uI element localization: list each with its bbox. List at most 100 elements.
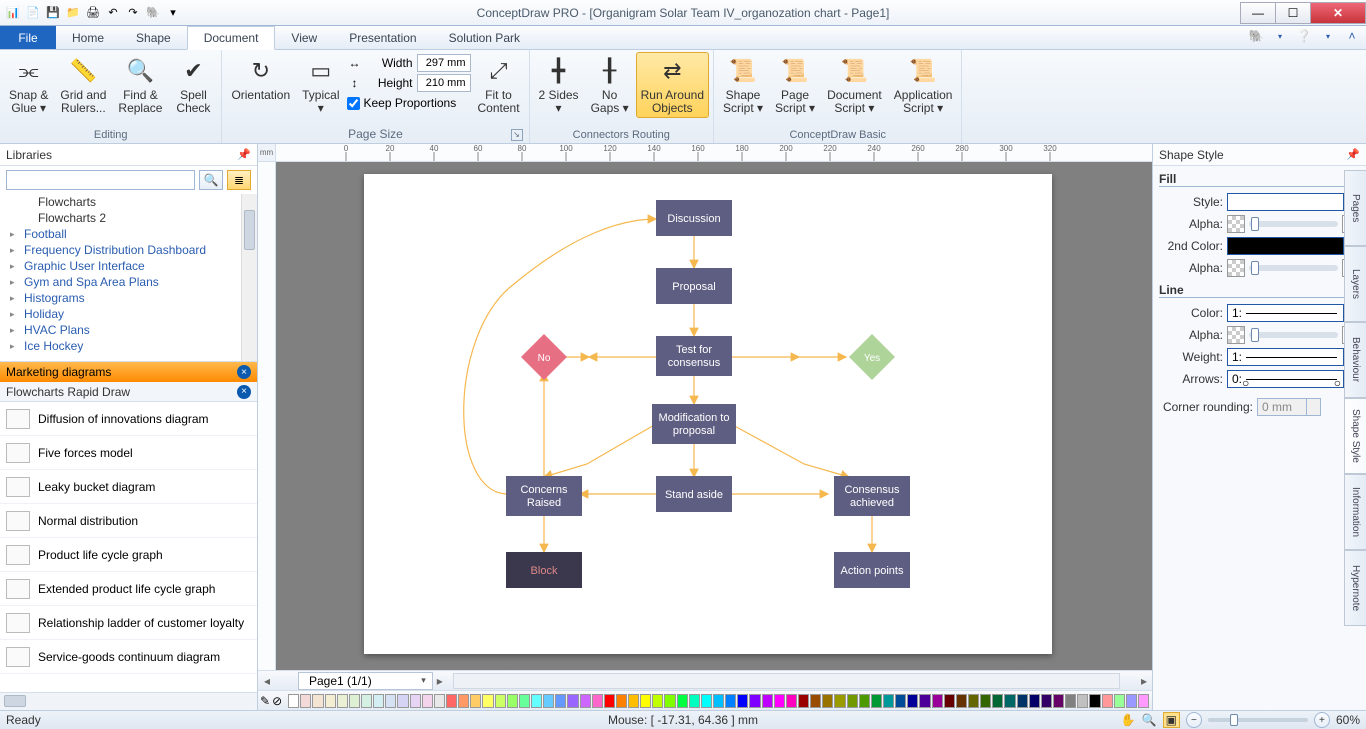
color-swatch[interactable] <box>847 694 858 708</box>
color-swatch[interactable] <box>762 694 773 708</box>
page-tab[interactable]: Page1 (1/1) <box>298 672 433 690</box>
node-concerns[interactable]: ConcernsRaised <box>506 476 582 516</box>
canvas-h-scroll[interactable] <box>453 673 1120 689</box>
sidetab-hypernote[interactable]: Hypernote <box>1344 550 1366 626</box>
canvas-page[interactable]: No Yes Discussion Proposal Test forconse… <box>364 174 1052 654</box>
tab-view[interactable]: View <box>275 26 333 49</box>
two-sides-button[interactable]: ╋2 Sides ▾ <box>534 52 584 118</box>
color-swatch[interactable] <box>664 694 675 708</box>
sidetab-pages[interactable]: Pages <box>1344 170 1366 246</box>
color-swatch[interactable] <box>349 694 360 708</box>
shape-item[interactable]: Diffusion of innovations diagram <box>0 402 257 436</box>
libraries-horizontal-scroll[interactable] <box>0 692 257 710</box>
pin-icon[interactable]: 📌 <box>1346 148 1360 161</box>
color-swatch[interactable] <box>713 694 724 708</box>
help-drop-icon[interactable]: ▾ <box>1320 28 1336 44</box>
color-swatch[interactable] <box>361 694 372 708</box>
page-script-button[interactable]: 📜Page Script ▾ <box>770 52 820 118</box>
qat-evernote-icon[interactable]: 🐘 <box>144 4 162 22</box>
search-button[interactable]: 🔍 <box>199 170 223 190</box>
qat-save-icon[interactable]: 💾 <box>44 4 62 22</box>
tree-item[interactable]: Histograms <box>10 290 257 306</box>
color-swatch[interactable] <box>725 694 736 708</box>
color-swatch[interactable] <box>628 694 639 708</box>
color-swatch[interactable] <box>932 694 943 708</box>
color-swatch[interactable] <box>1065 694 1076 708</box>
second-color-dropdown[interactable]: ▼ <box>1227 237 1360 255</box>
pin-icon[interactable]: 📌 <box>237 148 251 161</box>
color-swatch[interactable] <box>482 694 493 708</box>
color-swatch[interactable] <box>300 694 311 708</box>
tab-document[interactable]: Document <box>187 26 276 50</box>
corner-rounding-field[interactable]: 0 mm <box>1257 398 1321 416</box>
application-script-button[interactable]: 📜Application Script ▾ <box>889 52 958 118</box>
sidetab-information[interactable]: Information <box>1344 474 1366 550</box>
maximize-button[interactable]: ☐ <box>1275 2 1311 24</box>
color-swatch[interactable] <box>288 694 299 708</box>
evernote-drop-icon[interactable]: ▾ <box>1272 28 1288 44</box>
color-swatch[interactable] <box>567 694 578 708</box>
node-yes[interactable]: Yes <box>849 334 895 380</box>
close-button[interactable]: ✕ <box>1310 2 1366 24</box>
tab-nav-left-icon[interactable]: ◂ <box>258 674 276 688</box>
close-section-icon[interactable]: × <box>237 365 251 379</box>
width-input[interactable] <box>417 54 471 72</box>
sidetab-shape-style[interactable]: Shape Style <box>1344 398 1366 474</box>
qat-new-icon[interactable]: 📄 <box>24 4 42 22</box>
tree-item[interactable]: Flowcharts 2 <box>10 210 257 226</box>
color-swatch[interactable] <box>397 694 408 708</box>
color-swatch[interactable] <box>944 694 955 708</box>
shape-item[interactable]: Five forces model <box>0 436 257 470</box>
height-input[interactable] <box>417 74 471 92</box>
color-swatch[interactable] <box>531 694 542 708</box>
collapse-ribbon-icon[interactable]: ˄ <box>1344 28 1360 44</box>
color-swatch[interactable] <box>410 694 421 708</box>
dialog-launcher-icon[interactable]: ↘ <box>511 129 523 141</box>
library-section-marketing[interactable]: Marketing diagrams× <box>0 362 257 382</box>
tree-item[interactable]: Ice Hockey <box>10 338 257 354</box>
color-swatch[interactable] <box>992 694 1003 708</box>
library-section-flowcharts[interactable]: Flowcharts Rapid Draw× <box>0 382 257 402</box>
color-swatch[interactable] <box>1017 694 1028 708</box>
tree-scrollbar[interactable] <box>241 194 257 361</box>
line-color-dropdown[interactable]: 1:▼ <box>1227 304 1360 322</box>
color-swatch[interactable] <box>1077 694 1088 708</box>
color-swatch[interactable] <box>1126 694 1137 708</box>
shape-item[interactable]: Product life cycle graph <box>0 538 257 572</box>
eyedropper-icon[interactable]: ✎ <box>260 694 270 708</box>
color-swatch[interactable] <box>652 694 663 708</box>
node-stand-aside[interactable]: Stand aside <box>656 476 732 512</box>
node-action-points[interactable]: Action points <box>834 552 910 588</box>
typical-button[interactable]: ▭Typical ▾ <box>297 52 344 118</box>
spell-check-button[interactable]: ✔Spell Check <box>169 52 217 118</box>
shape-item[interactable]: Normal distribution <box>0 504 257 538</box>
help-icon[interactable]: ❔ <box>1296 28 1312 44</box>
color-swatch[interactable] <box>774 694 785 708</box>
color-swatch[interactable] <box>580 694 591 708</box>
color-swatch[interactable] <box>434 694 445 708</box>
color-swatch[interactable] <box>749 694 760 708</box>
libraries-search-input[interactable] <box>6 170 195 190</box>
qat-undo-icon[interactable]: ↶ <box>104 4 122 22</box>
snap-glue-button[interactable]: ⫘Snap & Glue ▾ <box>4 52 53 118</box>
shape-item[interactable]: Leaky bucket diagram <box>0 470 257 504</box>
second-alpha-slider[interactable] <box>1249 265 1338 271</box>
color-swatch[interactable] <box>907 694 918 708</box>
close-section-icon[interactable]: × <box>237 385 251 399</box>
color-swatch[interactable] <box>458 694 469 708</box>
qat-print-icon[interactable]: 🖨 <box>84 4 102 22</box>
color-swatch[interactable] <box>325 694 336 708</box>
zoom-slider[interactable] <box>1208 718 1308 722</box>
color-swatch[interactable] <box>422 694 433 708</box>
sidetab-layers[interactable]: Layers <box>1344 246 1366 322</box>
node-block[interactable]: Block <box>506 552 582 588</box>
qat-redo-icon[interactable]: ↷ <box>124 4 142 22</box>
zoom-in-button[interactable]: + <box>1314 712 1330 728</box>
color-swatch[interactable] <box>701 694 712 708</box>
view-toggle-button[interactable]: ≣ <box>227 170 251 190</box>
color-swatch[interactable] <box>689 694 700 708</box>
keep-proportions-checkbox[interactable] <box>347 97 360 110</box>
shape-item[interactable]: Extended product life cycle graph <box>0 572 257 606</box>
node-modification[interactable]: Modification toproposal <box>652 404 736 444</box>
color-swatch[interactable] <box>543 694 554 708</box>
